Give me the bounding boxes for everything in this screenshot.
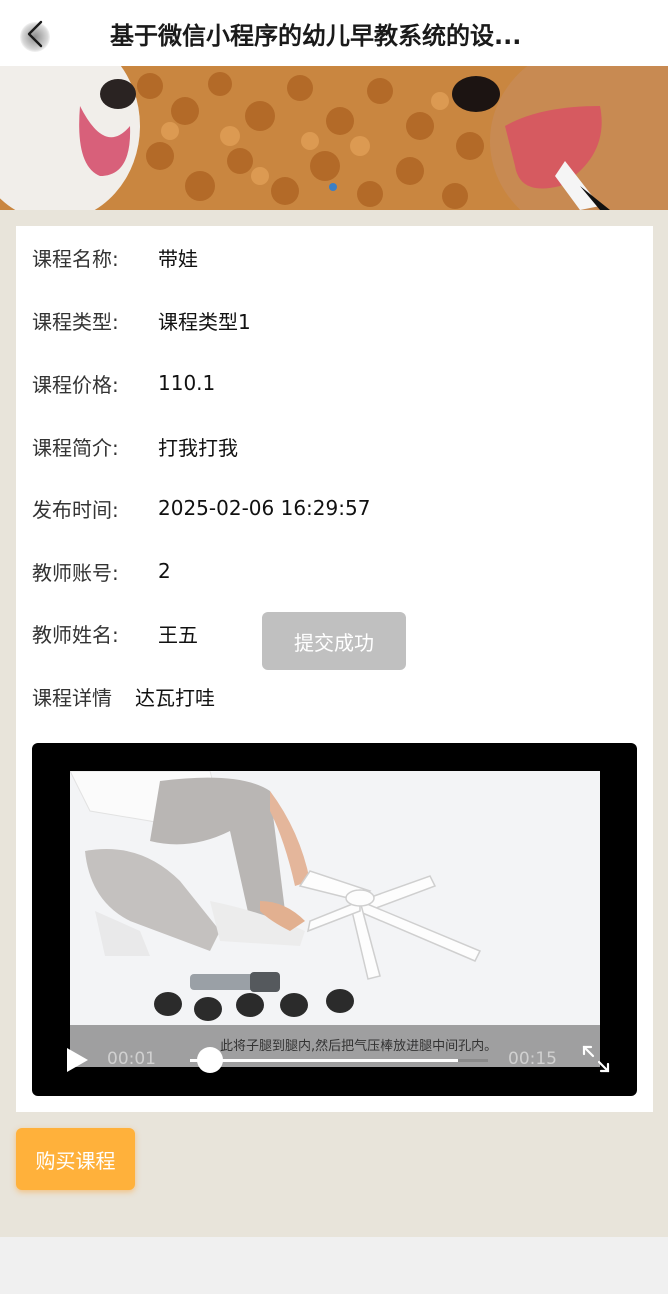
field-value: 课程类型1 [158,309,251,334]
navigation-bar: 基于微信小程序的幼儿早教系统的设... [0,0,668,66]
play-icon[interactable] [64,1046,90,1074]
field-course-price: 课程价格: 110.1 [32,368,215,398]
field-value: 110.1 [158,371,216,395]
chevron-left-icon [27,20,43,48]
field-label: 课程简介: [32,435,119,460]
course-info-card: 课程名称: 带娃 课程类型: 课程类型1 课程价格: 110.1 课程简介: 打… [16,226,653,1112]
field-label: 课程类型: [32,309,119,334]
page-title: 基于微信小程序的幼儿早教系统的设... [110,22,522,50]
field-course-detail: 课程详情 达瓦打哇 [32,681,215,711]
video-subtitle: 此将子腿到腿内,然后把气压棒放进腿中间孔内。 [220,1039,498,1054]
field-value: 达瓦打哇 [135,685,215,710]
bottom-safe-area [0,1237,668,1294]
buffered-bar [190,1059,459,1062]
progress-track[interactable] [190,1059,488,1062]
field-value: 2025-02-06 16:29:57 [158,496,371,520]
back-button[interactable] [14,12,58,56]
carousel-indicator[interactable] [329,183,337,191]
field-value: 打我打我 [158,435,238,460]
video-thumbnail [70,771,600,1067]
field-label: 课程名称: [32,246,119,271]
field-value: 王五 [158,622,198,647]
field-label: 课程详情 [32,685,112,710]
field-label: 课程价格: [32,372,119,397]
current-time: 00:01 [107,1049,156,1069]
buy-course-button[interactable]: 购买课程 [16,1128,135,1190]
field-value: 2 [158,559,171,583]
field-label: 教师账号: [32,560,119,585]
progress-thumb[interactable] [196,1047,223,1073]
field-course-intro: 课程简介: 打我打我 [32,431,238,461]
field-course-name: 课程名称: 带娃 [32,242,198,272]
field-teacher-name: 教师姓名: 王五 [32,618,198,648]
field-value: 带娃 [158,246,198,271]
video-player[interactable]: 此将子腿到腿内,然后把气压棒放进腿中间孔内。 00:01 00:15 [32,743,637,1096]
toast-message: 提交成功 [262,612,406,670]
fullscreen-icon[interactable] [580,1043,612,1075]
field-course-type: 课程类型: 课程类型1 [32,305,251,335]
field-label: 教师姓名: [32,622,119,647]
total-time: 00:15 [508,1049,557,1069]
field-publish-time: 发布时间: 2025-02-06 16:29:57 [32,493,370,523]
video-frame[interactable] [70,771,600,1067]
video-controls: 此将子腿到腿内,然后把气压棒放进腿中间孔内。 00:01 00:15 [32,1025,637,1095]
field-label: 发布时间: [32,497,119,522]
field-teacher-account: 教师账号: 2 [32,556,171,586]
